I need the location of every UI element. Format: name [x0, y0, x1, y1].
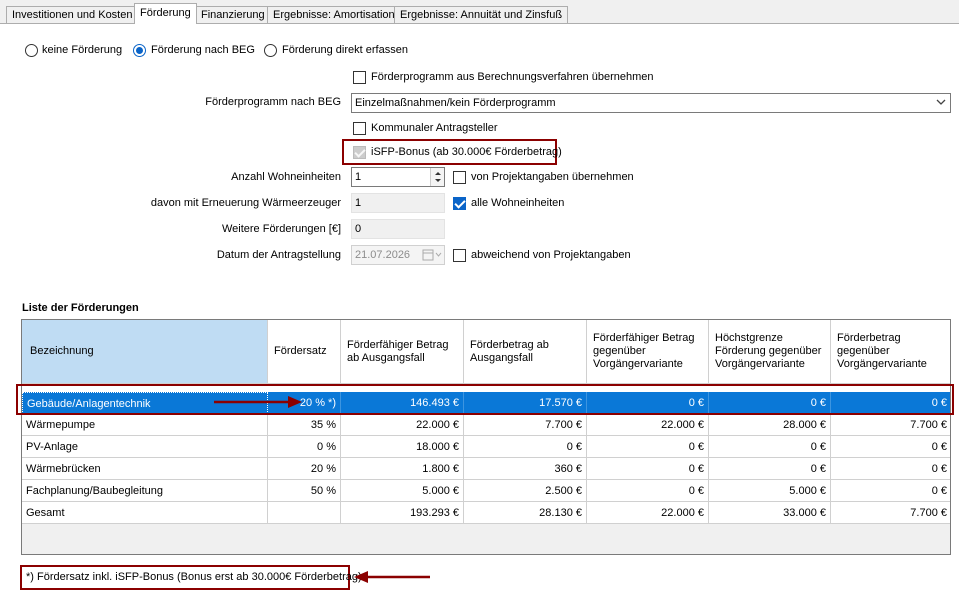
- table-cell[interactable]: 0 €: [587, 458, 709, 480]
- radio-foerderung-beg[interactable]: [133, 44, 146, 57]
- col-header-betrag-vorgaenger[interactable]: Förderbetrag gegenüber Vorgängervariante: [831, 320, 950, 384]
- all-units-checkbox[interactable]: [453, 197, 466, 210]
- col-header-bezeichnung[interactable]: Bezeichnung: [22, 320, 268, 384]
- table-cell[interactable]: 0 €: [709, 436, 831, 458]
- table-cell[interactable]: 0 €: [709, 458, 831, 480]
- col-header-betrag-ausgang[interactable]: Förderbetrag ab Ausgangsfall: [464, 320, 587, 384]
- col-header-foerdersatz[interactable]: Fördersatz: [268, 320, 341, 384]
- date-deviating-checkbox[interactable]: [453, 249, 466, 262]
- municipal-checkbox[interactable]: [353, 122, 366, 135]
- table-cell[interactable]: Fachplanung/Baubegleitung: [22, 480, 268, 502]
- other-funding-label: Weitere Förderungen [€]: [221, 223, 341, 235]
- stepper-arrows-icon[interactable]: [430, 168, 444, 186]
- chevron-down-icon: [936, 95, 946, 112]
- units-from-project-checkbox[interactable]: [453, 171, 466, 184]
- heat-units-label: davon mit Erneuerung Wärmeerzeuger: [150, 197, 341, 209]
- table-cell[interactable]: [268, 502, 341, 524]
- table-cell[interactable]: 0 €: [831, 480, 950, 502]
- date-label: Datum der Antragstellung: [216, 249, 341, 261]
- heat-units-field[interactable]: 1: [351, 193, 445, 213]
- program-select-value: Einzelmaßnahmen/kein Förderprogramm: [355, 97, 556, 109]
- radio-label-direkt: Förderung direkt erfassen: [282, 44, 408, 56]
- list-title: Liste der Förderungen: [22, 302, 139, 314]
- table-cell[interactable]: 20 %: [268, 458, 341, 480]
- table-cell[interactable]: Wärmepumpe: [22, 414, 268, 436]
- table-cell[interactable]: 28.130 €: [464, 502, 587, 524]
- table-cell[interactable]: 0 €: [831, 458, 950, 480]
- table-cell[interactable]: 22.000 €: [587, 502, 709, 524]
- tab-investitionen[interactable]: Investitionen und Kosten: [6, 6, 139, 24]
- table-cell[interactable]: 0 €: [587, 480, 709, 502]
- isfp-label: iSFP-Bonus (ab 30.000€ Förderbetrag): [371, 146, 562, 158]
- table-cell[interactable]: 28.000 €: [709, 414, 831, 436]
- radio-foerderung-direkt[interactable]: [264, 44, 277, 57]
- units-label: Anzahl Wohneinheiten: [231, 171, 341, 183]
- col-header-faehig-vorgaenger[interactable]: Förderfähiger Betrag gegenüber Vorgänger…: [587, 320, 709, 384]
- tab-bar: Investitionen und Kosten Förderung Finan…: [0, 0, 959, 24]
- table-cell[interactable]: 5.000 €: [709, 480, 831, 502]
- units-value: 1: [355, 171, 362, 183]
- table-cell[interactable]: 7.700 €: [831, 502, 950, 524]
- units-stepper[interactable]: 1: [351, 167, 445, 187]
- table-cell[interactable]: 0 €: [831, 436, 950, 458]
- date-picker[interactable]: 21.07.2026: [351, 245, 445, 265]
- units-from-project-label: von Projektangaben übernehmen: [471, 171, 634, 183]
- rate-arrow-icon: [214, 396, 302, 408]
- footnote-arrow-icon: [354, 571, 430, 583]
- tab-finanzierung[interactable]: Finanzierung: [195, 6, 271, 24]
- table-cell[interactable]: 22.000 €: [587, 414, 709, 436]
- tab-annuitaet[interactable]: Ergebnisse: Annuität und Zinsfuß: [394, 6, 569, 24]
- table-cell[interactable]: Gesamt: [22, 502, 268, 524]
- table-cell[interactable]: 18.000 €: [341, 436, 464, 458]
- table-cell[interactable]: 0 €: [587, 436, 709, 458]
- table-cell[interactable]: 5.000 €: [341, 480, 464, 502]
- calendar-icon[interactable]: [422, 248, 442, 265]
- table-cell[interactable]: 0 %: [268, 436, 341, 458]
- other-funding-field[interactable]: 0: [351, 219, 445, 239]
- program-select[interactable]: Einzelmaßnahmen/kein Förderprogramm: [351, 93, 951, 113]
- funding-table: Bezeichnung Fördersatz Förderfähiger Bet…: [21, 319, 951, 555]
- table-cell[interactable]: Wärmebrücken: [22, 458, 268, 480]
- table-cell[interactable]: 1.800 €: [341, 458, 464, 480]
- table-cell[interactable]: 22.000 €: [341, 414, 464, 436]
- isfp-checkbox[interactable]: [353, 146, 366, 159]
- selected-row-highlight-box: [16, 384, 954, 415]
- col-header-hoechstgrenze[interactable]: Höchstgrenze Förderung gegenüber Vorgäng…: [709, 320, 831, 384]
- footnote: *) Fördersatz inkl. iSFP-Bonus (Bonus er…: [26, 571, 362, 583]
- radio-keine-foerderung[interactable]: [25, 44, 38, 57]
- table-cell[interactable]: 360 €: [464, 458, 587, 480]
- col-header-faehig-ausgang[interactable]: Förderfähiger Betrag ab Ausgangsfall: [341, 320, 464, 384]
- take-program-label: Förderprogramm aus Berechnungsverfahren …: [371, 71, 654, 83]
- table-cell[interactable]: 33.000 €: [709, 502, 831, 524]
- table-cell[interactable]: 35 %: [268, 414, 341, 436]
- municipal-label: Kommunaler Antragsteller: [371, 122, 498, 134]
- program-label: Förderprogramm nach BEG: [205, 96, 341, 108]
- all-units-label: alle Wohneinheiten: [471, 197, 565, 209]
- table-cell[interactable]: 50 %: [268, 480, 341, 502]
- date-deviating-label: abweichend von Projektangaben: [471, 249, 631, 261]
- radio-label-keine: keine Förderung: [42, 44, 123, 56]
- table-cell[interactable]: 7.700 €: [831, 414, 950, 436]
- tab-foerderung[interactable]: Förderung: [134, 3, 197, 24]
- radio-label-beg: Förderung nach BEG: [151, 44, 255, 56]
- take-program-checkbox[interactable]: [353, 71, 366, 84]
- table-cell[interactable]: PV-Anlage: [22, 436, 268, 458]
- table-cell[interactable]: 193.293 €: [341, 502, 464, 524]
- table-cell[interactable]: 2.500 €: [464, 480, 587, 502]
- table-cell[interactable]: 7.700 €: [464, 414, 587, 436]
- tab-amortisation[interactable]: Ergebnisse: Amortisation: [267, 6, 401, 24]
- date-value: 21.07.2026: [355, 249, 411, 261]
- table-cell[interactable]: 0 €: [464, 436, 587, 458]
